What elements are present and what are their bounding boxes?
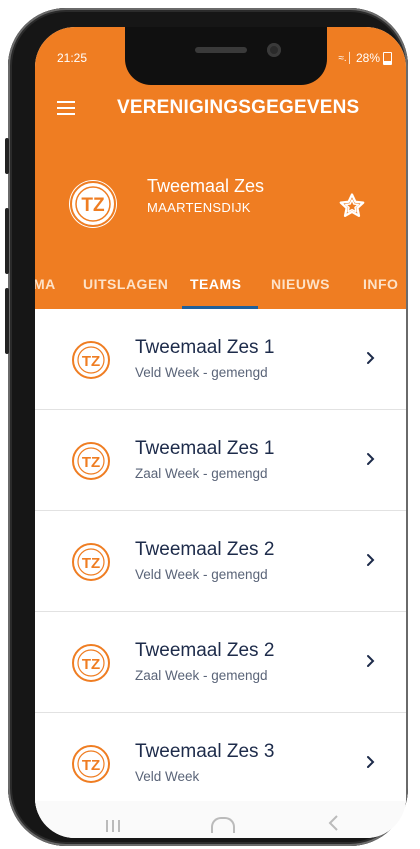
svg-text:TZ: TZ [82,555,100,572]
team-subtitle: Veld Week - gemengd [135,365,268,380]
team-row[interactable]: TZ Tweemaal Zes 1 Zaal Week - gemengd [35,410,406,511]
tab-uitslagen[interactable]: UITSLAGEN [83,276,168,292]
volume-up-button [5,208,9,274]
chevron-right-icon [365,450,377,468]
svg-text:TZ: TZ [82,454,100,471]
volume-down-button [5,288,9,354]
team-row[interactable]: TZ Tweemaal Zes 1 Veld Week - gemengd [35,309,406,410]
team-logo: TZ [71,340,111,380]
side-button [5,138,9,174]
tab-nieuws[interactable]: NIEUWS [271,276,330,292]
system-nav-bar [35,801,406,838]
phone-frame: 21:25 ≈.│ 28% VERENIGINGSGEGEVENS TZ Twe… [5,8,408,846]
club-logo-initials: TZ [81,195,105,216]
club-header: TZ Tweemaal Zes MAARTENSDIJK [35,167,406,247]
team-row[interactable]: TZ Tweemaal Zes 2 Veld Week - gemengd [35,511,406,612]
battery-percent: 28% [355,51,380,65]
team-logo: TZ [71,744,111,784]
team-subtitle: Zaal Week - gemengd [135,466,268,481]
club-logo: TZ [69,180,117,228]
team-subtitle: Veld Week [135,769,200,784]
tab-info[interactable]: INFO [363,276,398,292]
team-row[interactable]: TZ Tweemaal Zes 2 Zaal Week - gemengd [35,612,406,713]
team-name: Tweemaal Zes 3 [135,741,275,762]
app-screen: 21:25 ≈.│ 28% VERENIGINGSGEGEVENS TZ Twe… [35,27,406,838]
team-name: Tweemaal Zes 1 [135,438,275,459]
page-title: VERENIGINGSGEGEVENS [117,97,360,118]
home-icon[interactable] [211,817,235,833]
signal-icon: ≈.│ [338,52,353,64]
status-indicators: ≈.│ 28% [338,51,392,65]
tab-teams[interactable]: TEAMS [190,276,242,292]
notch [125,27,327,85]
app-header: VERENIGINGSGEGEVENS [35,87,406,131]
team-name: Tweemaal Zes 1 [135,337,275,358]
svg-text:TZ: TZ [82,353,100,370]
svg-text:TZ: TZ [82,656,100,673]
tab-bar: MA UITSLAGEN TEAMS NIEUWS INFO [35,269,406,309]
star-icon[interactable] [337,191,367,221]
chevron-right-icon [365,652,377,670]
chevron-right-icon [365,349,377,367]
speaker-grille [195,47,247,53]
team-logo: TZ [71,542,111,582]
team-name: Tweemaal Zes 2 [135,539,275,560]
chevron-right-icon [365,551,377,569]
status-time: 21:25 [57,51,88,65]
team-row[interactable]: TZ Tweemaal Zes 3 Veld Week [35,713,406,813]
team-subtitle: Veld Week - gemengd [135,567,268,582]
team-logo: TZ [71,643,111,683]
club-name: Tweemaal Zes [147,176,265,196]
team-name: Tweemaal Zes 2 [135,640,275,661]
battery-icon [383,51,392,65]
tab-ma[interactable]: MA [35,276,56,292]
chevron-right-icon [365,753,377,771]
club-city: MAARTENSDIJK [147,200,251,215]
hamburger-icon[interactable] [57,101,75,115]
svg-text:TZ: TZ [82,757,100,774]
front-camera [267,43,281,57]
team-logo: TZ [71,441,111,481]
team-subtitle: Zaal Week - gemengd [135,668,268,683]
teams-list: TZ Tweemaal Zes 1 Veld Week - gemengd TZ… [35,309,406,813]
recents-icon[interactable] [105,819,121,832]
back-icon[interactable] [327,815,339,831]
